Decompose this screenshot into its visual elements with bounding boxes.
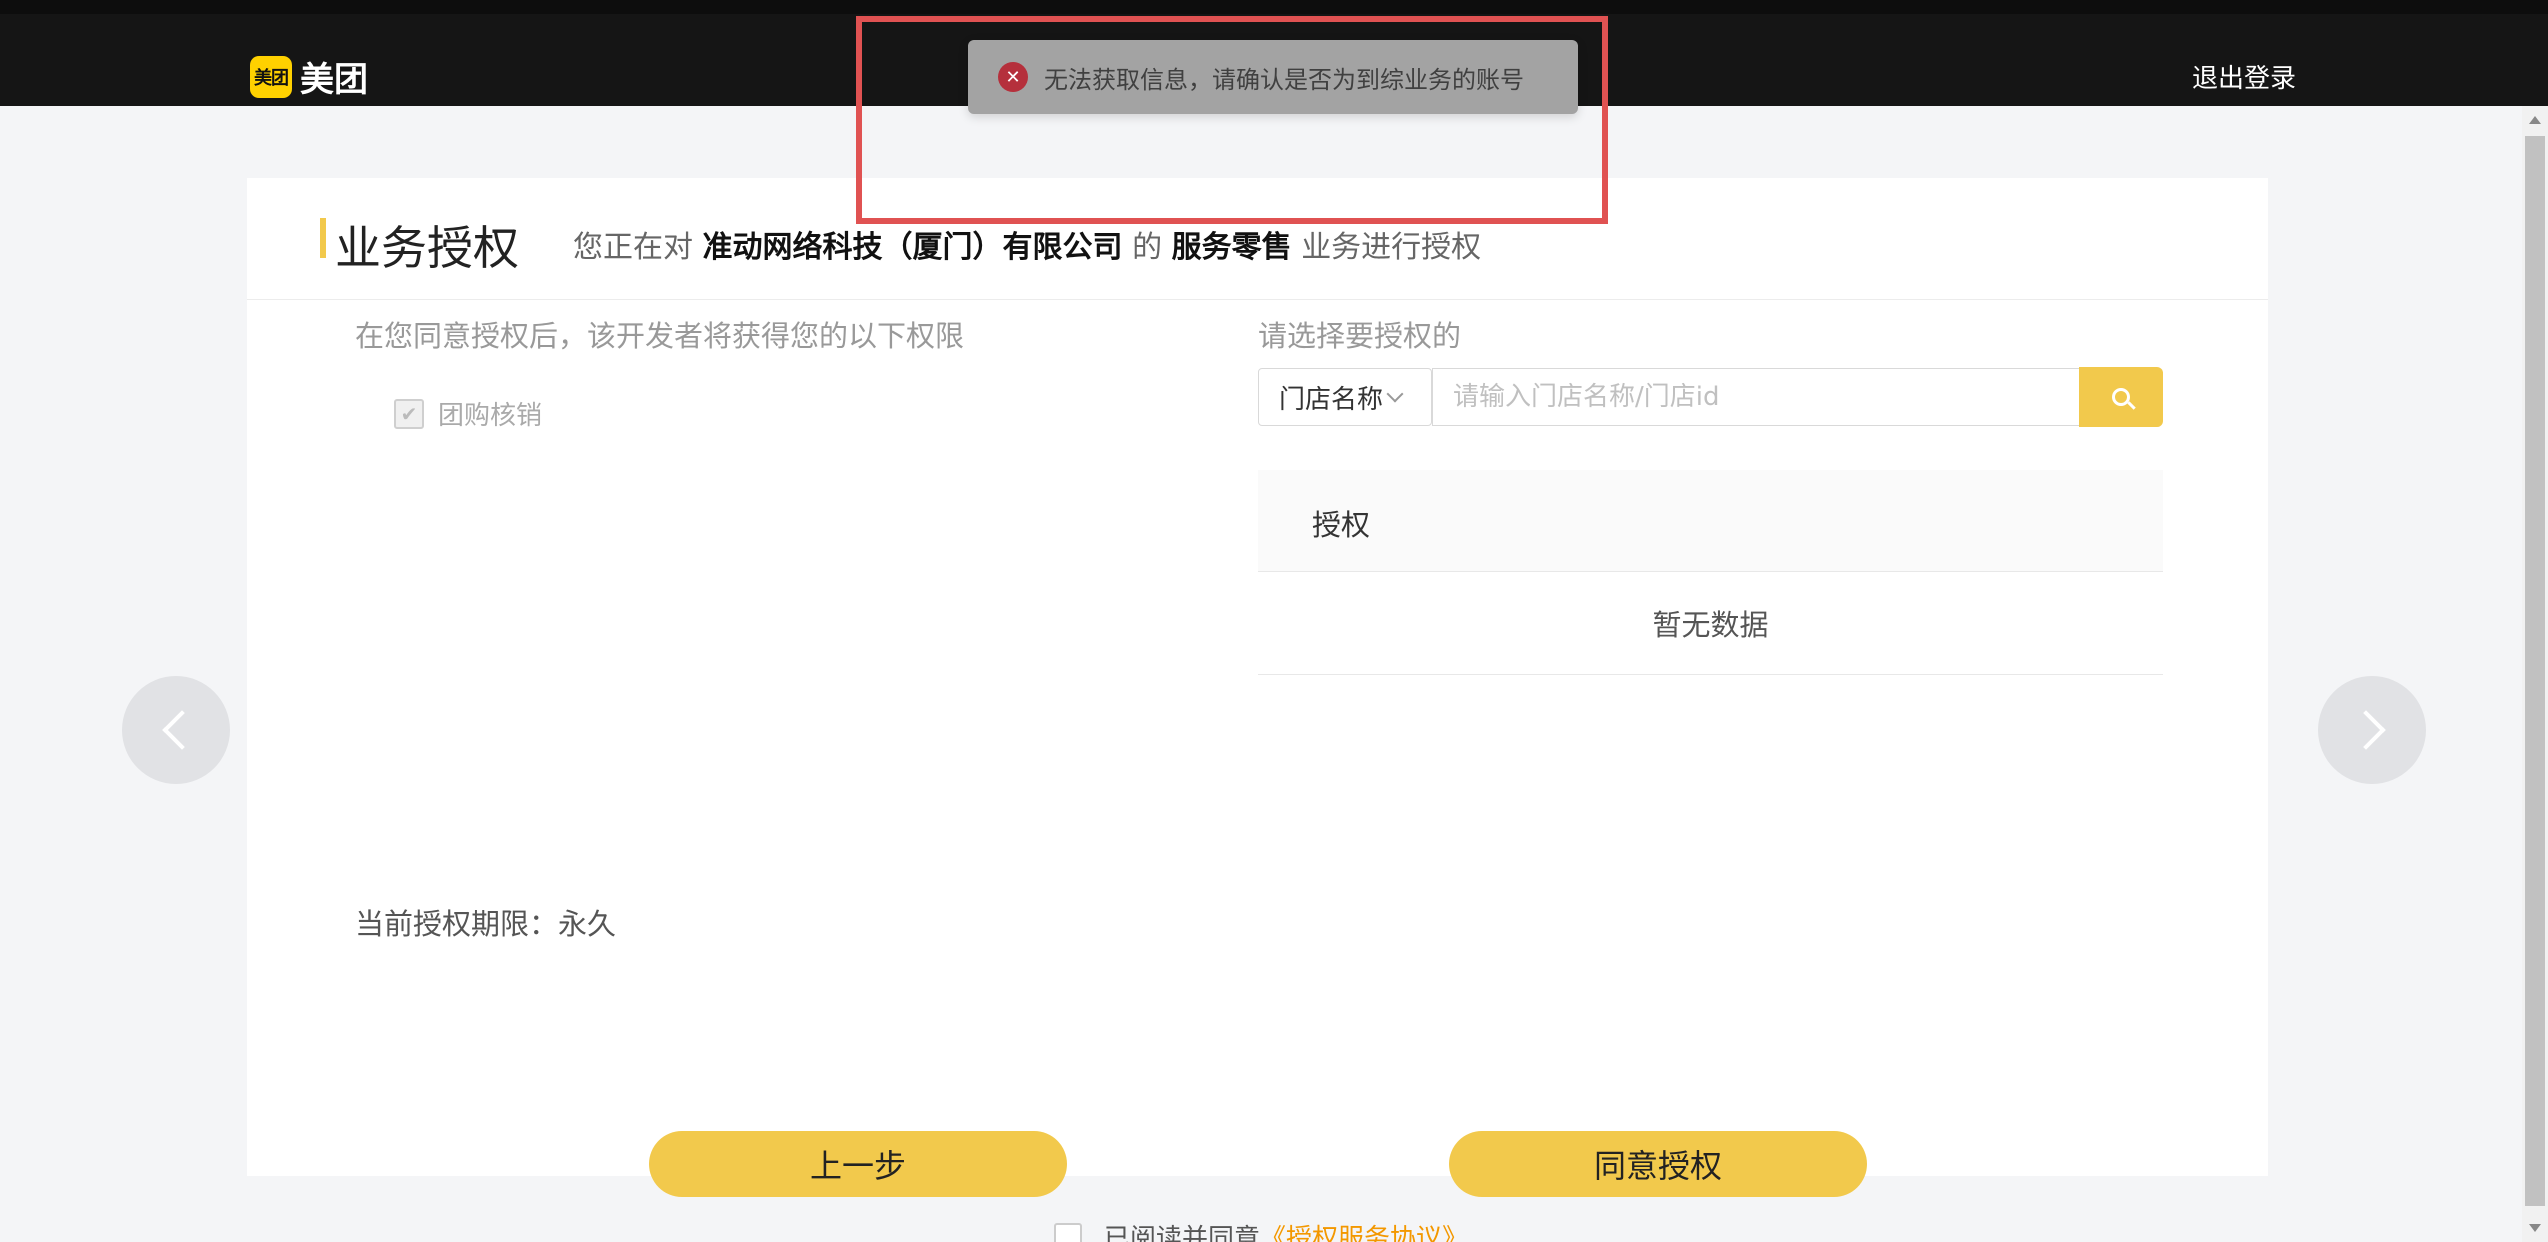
store-select-label: 请选择要授权的 bbox=[1258, 319, 1462, 353]
business-name: 服务零售 bbox=[1171, 230, 1292, 265]
meituan-logo[interactable]: 美团 美团 bbox=[250, 52, 368, 101]
column-header-authorize: 授权 bbox=[1312, 508, 1371, 542]
toast-message: 无法获取信息，请确认是否为到综业务的账号 bbox=[1044, 65, 1524, 94]
search-icon bbox=[2112, 388, 2130, 406]
check-icon: ✔ bbox=[400, 401, 418, 426]
error-toast: ✕ 无法获取信息，请确认是否为到综业务的账号 bbox=[968, 40, 1578, 114]
agreement-checkbox[interactable] bbox=[1054, 1222, 1082, 1242]
scroll-down-arrow-icon[interactable] bbox=[2529, 1224, 2541, 1232]
scroll-thumb[interactable] bbox=[2525, 136, 2545, 1206]
vertical-scrollbar[interactable] bbox=[2522, 106, 2548, 1242]
authorization-card: 业务授权 您正在对 准动网络科技（厦门）有限公司 的 服务零售 业务进行授权 在… bbox=[247, 178, 2268, 1176]
store-search-input[interactable] bbox=[1432, 368, 2079, 426]
carousel-prev-button[interactable] bbox=[122, 676, 230, 784]
subtitle-suffix: 业务进行授权 bbox=[1301, 230, 1482, 265]
authorization-period: 当前授权期限：永久 bbox=[355, 907, 617, 941]
logout-link[interactable]: 退出登录 bbox=[2192, 58, 2296, 95]
scroll-up-arrow-icon[interactable] bbox=[2529, 116, 2541, 124]
card-header: 业务授权 您正在对 准动网络科技（厦门）有限公司 的 服务零售 业务进行授权 bbox=[247, 178, 2268, 300]
carousel-next-button[interactable] bbox=[2318, 676, 2426, 784]
search-type-dropdown[interactable]: 门店名称 bbox=[1258, 368, 1432, 426]
table-empty-state: 暂无数据 bbox=[1258, 572, 2163, 675]
title-accent-bar bbox=[320, 218, 326, 258]
chevron-down-icon bbox=[1386, 385, 1404, 403]
chevron-right-icon bbox=[2346, 710, 2386, 750]
previous-step-button[interactable]: 上一步 bbox=[649, 1131, 1067, 1197]
logo-badge: 美团 bbox=[250, 55, 292, 98]
search-button[interactable] bbox=[2079, 367, 2163, 427]
error-icon: ✕ bbox=[998, 62, 1028, 92]
subtitle-mid: 的 bbox=[1132, 230, 1163, 265]
permission-checkbox: ✔ bbox=[394, 398, 424, 429]
subtitle-prefix: 您正在对 bbox=[573, 230, 693, 265]
company-name: 准动网络科技（厦门）有限公司 bbox=[702, 230, 1123, 265]
dropdown-value: 门店名称 bbox=[1279, 384, 1384, 415]
agreement-link[interactable]: 《授权服务协议》 bbox=[1260, 1218, 1468, 1242]
logo-text: 美团 bbox=[300, 60, 368, 100]
permission-item: ✔ 团购核销 bbox=[394, 395, 542, 432]
agree-authorize-button[interactable]: 同意授权 bbox=[1449, 1131, 1867, 1197]
store-table-header: 授权 bbox=[1258, 470, 2163, 572]
agreement-row: 已阅读并同意 《授权服务协议》 bbox=[1054, 1218, 1468, 1242]
agreement-prefix: 已阅读并同意 bbox=[1104, 1224, 1261, 1242]
page-subtitle: 您正在对 准动网络科技（厦门）有限公司 的 服务零售 业务进行授权 bbox=[573, 222, 1481, 266]
permission-label: 团购核销 bbox=[438, 401, 543, 431]
page-title: 业务授权 bbox=[335, 221, 519, 275]
chevron-left-icon bbox=[162, 710, 202, 750]
permissions-label: 在您同意授权后，该开发者将获得您的以下权限 bbox=[355, 319, 965, 353]
